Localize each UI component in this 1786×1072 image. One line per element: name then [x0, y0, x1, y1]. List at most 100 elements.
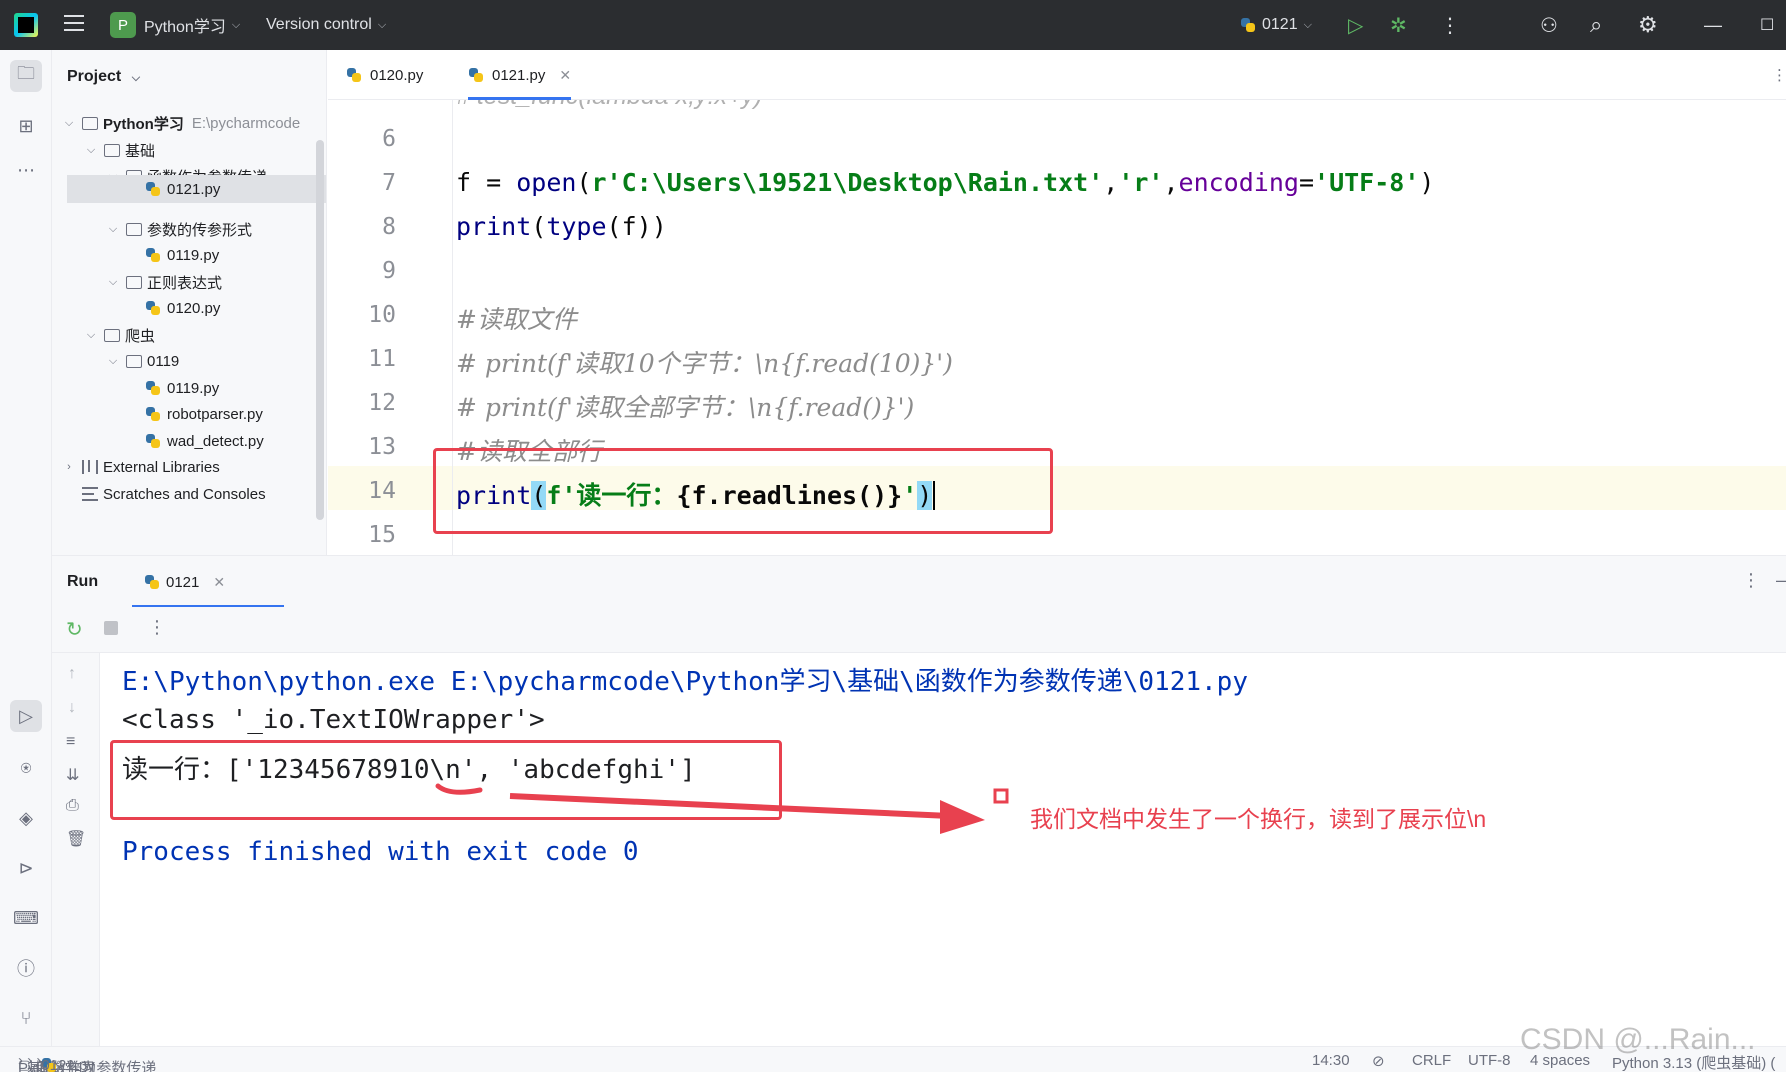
file-encoding[interactable]: UTF-8: [1468, 1052, 1511, 1069]
maximize-icon[interactable]: ☐: [1760, 0, 1774, 50]
debug-icon[interactable]: ✲: [1390, 0, 1407, 50]
problems-icon[interactable]: ⓘ: [10, 952, 42, 984]
tab-0121[interactable]: 0121.py ✕: [468, 50, 583, 100]
line-number: 10: [368, 302, 396, 328]
terminal-icon[interactable]: ⌨: [10, 902, 42, 934]
hide-panel-icon[interactable]: —: [1776, 570, 1786, 591]
tree-file[interactable]: wad_detect.py: [52, 427, 326, 455]
more-tools-icon[interactable]: ⋯: [10, 154, 42, 186]
console-line-exit: Process finished with exit code 0: [122, 837, 639, 867]
tree-label: 基础: [125, 142, 156, 160]
more-icon[interactable]: ⋮: [1440, 0, 1460, 50]
chevron-down-icon: ⌵: [86, 143, 96, 156]
pycharm-logo-icon[interactable]: [14, 13, 38, 37]
folder-icon: [126, 354, 142, 368]
more-icon[interactable]: ⋮: [148, 617, 166, 638]
run-icon[interactable]: ▷: [1348, 0, 1363, 50]
down-arrow-icon[interactable]: ↓: [68, 699, 76, 717]
run-panel-title[interactable]: Run: [67, 573, 98, 591]
line-separator[interactable]: CRLF: [1412, 1052, 1451, 1069]
tree-file[interactable]: 0120.py: [52, 294, 326, 322]
tree-file[interactable]: 0119.py: [52, 241, 326, 269]
tree-folder[interactable]: ⌵ 基础: [52, 136, 326, 164]
run-window-icon[interactable]: ▷: [10, 700, 42, 732]
tree-label: 正则表达式: [147, 274, 223, 292]
project-switcher[interactable]: P Python学习 ⌵: [110, 0, 240, 50]
project-scrollbar[interactable]: [316, 140, 324, 520]
annotation-arrow: [435, 783, 1009, 834]
print-icon[interactable]: ⎙: [66, 797, 79, 815]
minimize-icon[interactable]: —: [1704, 0, 1722, 50]
run-config-selector[interactable]: 0121 ⌵: [1240, 0, 1312, 50]
code-line-8: print(type(f)): [456, 212, 667, 241]
services-icon[interactable]: ⊳: [10, 852, 42, 884]
python-file-icon: [145, 406, 161, 422]
chevron-down-icon: ⌵: [64, 116, 74, 129]
up-arrow-icon[interactable]: ↑: [68, 665, 76, 683]
console-line-command: E:\Python\python.exe E:\pycharmcode\Pyth…: [122, 667, 1248, 697]
folder-icon: [104, 328, 120, 342]
tree-file[interactable]: robotparser.py: [52, 400, 326, 428]
readonly-toggle-icon[interactable]: ⊘: [1372, 1052, 1385, 1070]
chevron-down-icon: ⌵: [231, 18, 241, 31]
chevron-down-icon: ⌵: [108, 275, 118, 288]
tree-external-libraries[interactable]: › External Libraries: [52, 453, 326, 481]
console-output[interactable]: E:\Python\python.exe E:\pycharmcode\Pyth…: [100, 653, 1786, 1046]
python-file-icon: [145, 181, 161, 197]
more-icon[interactable]: ⋮: [1742, 570, 1760, 591]
tree-root[interactable]: ⌵ Python学习 E:\pycharmcode: [52, 109, 326, 137]
python-file-icon: [145, 380, 161, 396]
line-number: 12: [368, 390, 396, 416]
trash-icon[interactable]: 🗑: [66, 829, 86, 849]
tree-root-label: Python学习: [103, 115, 184, 133]
settings-icon[interactable]: ⚙: [1638, 0, 1658, 50]
tree-folder[interactable]: ⌵ 0119: [52, 347, 326, 375]
tabs-more-icon[interactable]: ⋮: [1772, 50, 1786, 100]
tree-label: 0120.py: [167, 299, 221, 317]
soft-wrap-icon[interactable]: ≡: [66, 733, 75, 751]
close-icon[interactable]: ✕: [213, 574, 225, 591]
tab-label: 0121.py: [492, 66, 546, 84]
scratch-icon: [82, 487, 98, 501]
vcs-menu[interactable]: Version control ⌵: [266, 0, 386, 50]
search-icon[interactable]: ⌕: [1590, 0, 1602, 50]
main-menu-icon[interactable]: [64, 15, 84, 33]
scroll-to-end-icon[interactable]: ⇊: [66, 765, 79, 785]
code-editor[interactable]: # test_func(lambda x,y:x+y) 6 7 8 9 10 1…: [328, 100, 1786, 555]
run-panel-header: Run 0121 ✕ ⋮ —: [52, 555, 1786, 608]
annotation-box-code: [433, 448, 1053, 534]
caret-position[interactable]: 14:30: [1312, 1052, 1350, 1069]
close-icon[interactable]: ✕: [559, 67, 571, 84]
add-user-icon[interactable]: ⚇: [1540, 0, 1558, 50]
tree-folder[interactable]: ⌵ 正则表达式: [52, 268, 326, 296]
python-file-icon: [145, 247, 161, 263]
project-panel-title[interactable]: Project ⌵: [67, 68, 140, 86]
code-line-7: f = open(r'C:\Users\19521\Desktop\Rain.t…: [456, 168, 1435, 197]
tree-label: robotparser.py: [167, 405, 263, 423]
rerun-icon[interactable]: ↻: [66, 617, 83, 642]
tree-folder[interactable]: ⌵ 参数的传参形式: [52, 215, 326, 243]
python-console-icon[interactable]: ⍟: [10, 752, 42, 784]
chevron-right-icon: ›: [67, 461, 71, 473]
tree-label: 0119: [147, 352, 180, 370]
line-number: 13: [368, 434, 396, 460]
tab-0120[interactable]: 0120.py: [346, 50, 423, 100]
folder-icon: [104, 143, 120, 157]
python-file-icon: [145, 300, 161, 316]
tree-file-selected[interactable]: 0121.py: [67, 175, 326, 203]
project-name: Python学习: [144, 19, 226, 36]
breadcrumb[interactable]: ▢ Python学习 › 基础 › 函数作为参数传递 › 0121.py: [18, 1052, 156, 1072]
tree-folder[interactable]: ⌵ 爬虫: [52, 321, 326, 349]
git-icon[interactable]: ⑂: [10, 1002, 42, 1034]
structure-icon[interactable]: ⊞: [10, 110, 42, 142]
run-tab-0121[interactable]: 0121 ✕: [132, 556, 284, 608]
python-file-icon: [346, 67, 362, 83]
project-folder-icon[interactable]: 🗀: [10, 60, 42, 92]
tree-scratches[interactable]: Scratches and Consoles: [52, 480, 326, 508]
line-number: 9: [382, 258, 396, 284]
tree-file[interactable]: 0119.py: [52, 374, 326, 402]
stop-icon[interactable]: [104, 621, 118, 635]
layers-icon[interactable]: ◈: [10, 802, 42, 834]
code-line-10: #读取文件: [456, 305, 577, 334]
tree-label: 0121.py: [167, 180, 221, 198]
